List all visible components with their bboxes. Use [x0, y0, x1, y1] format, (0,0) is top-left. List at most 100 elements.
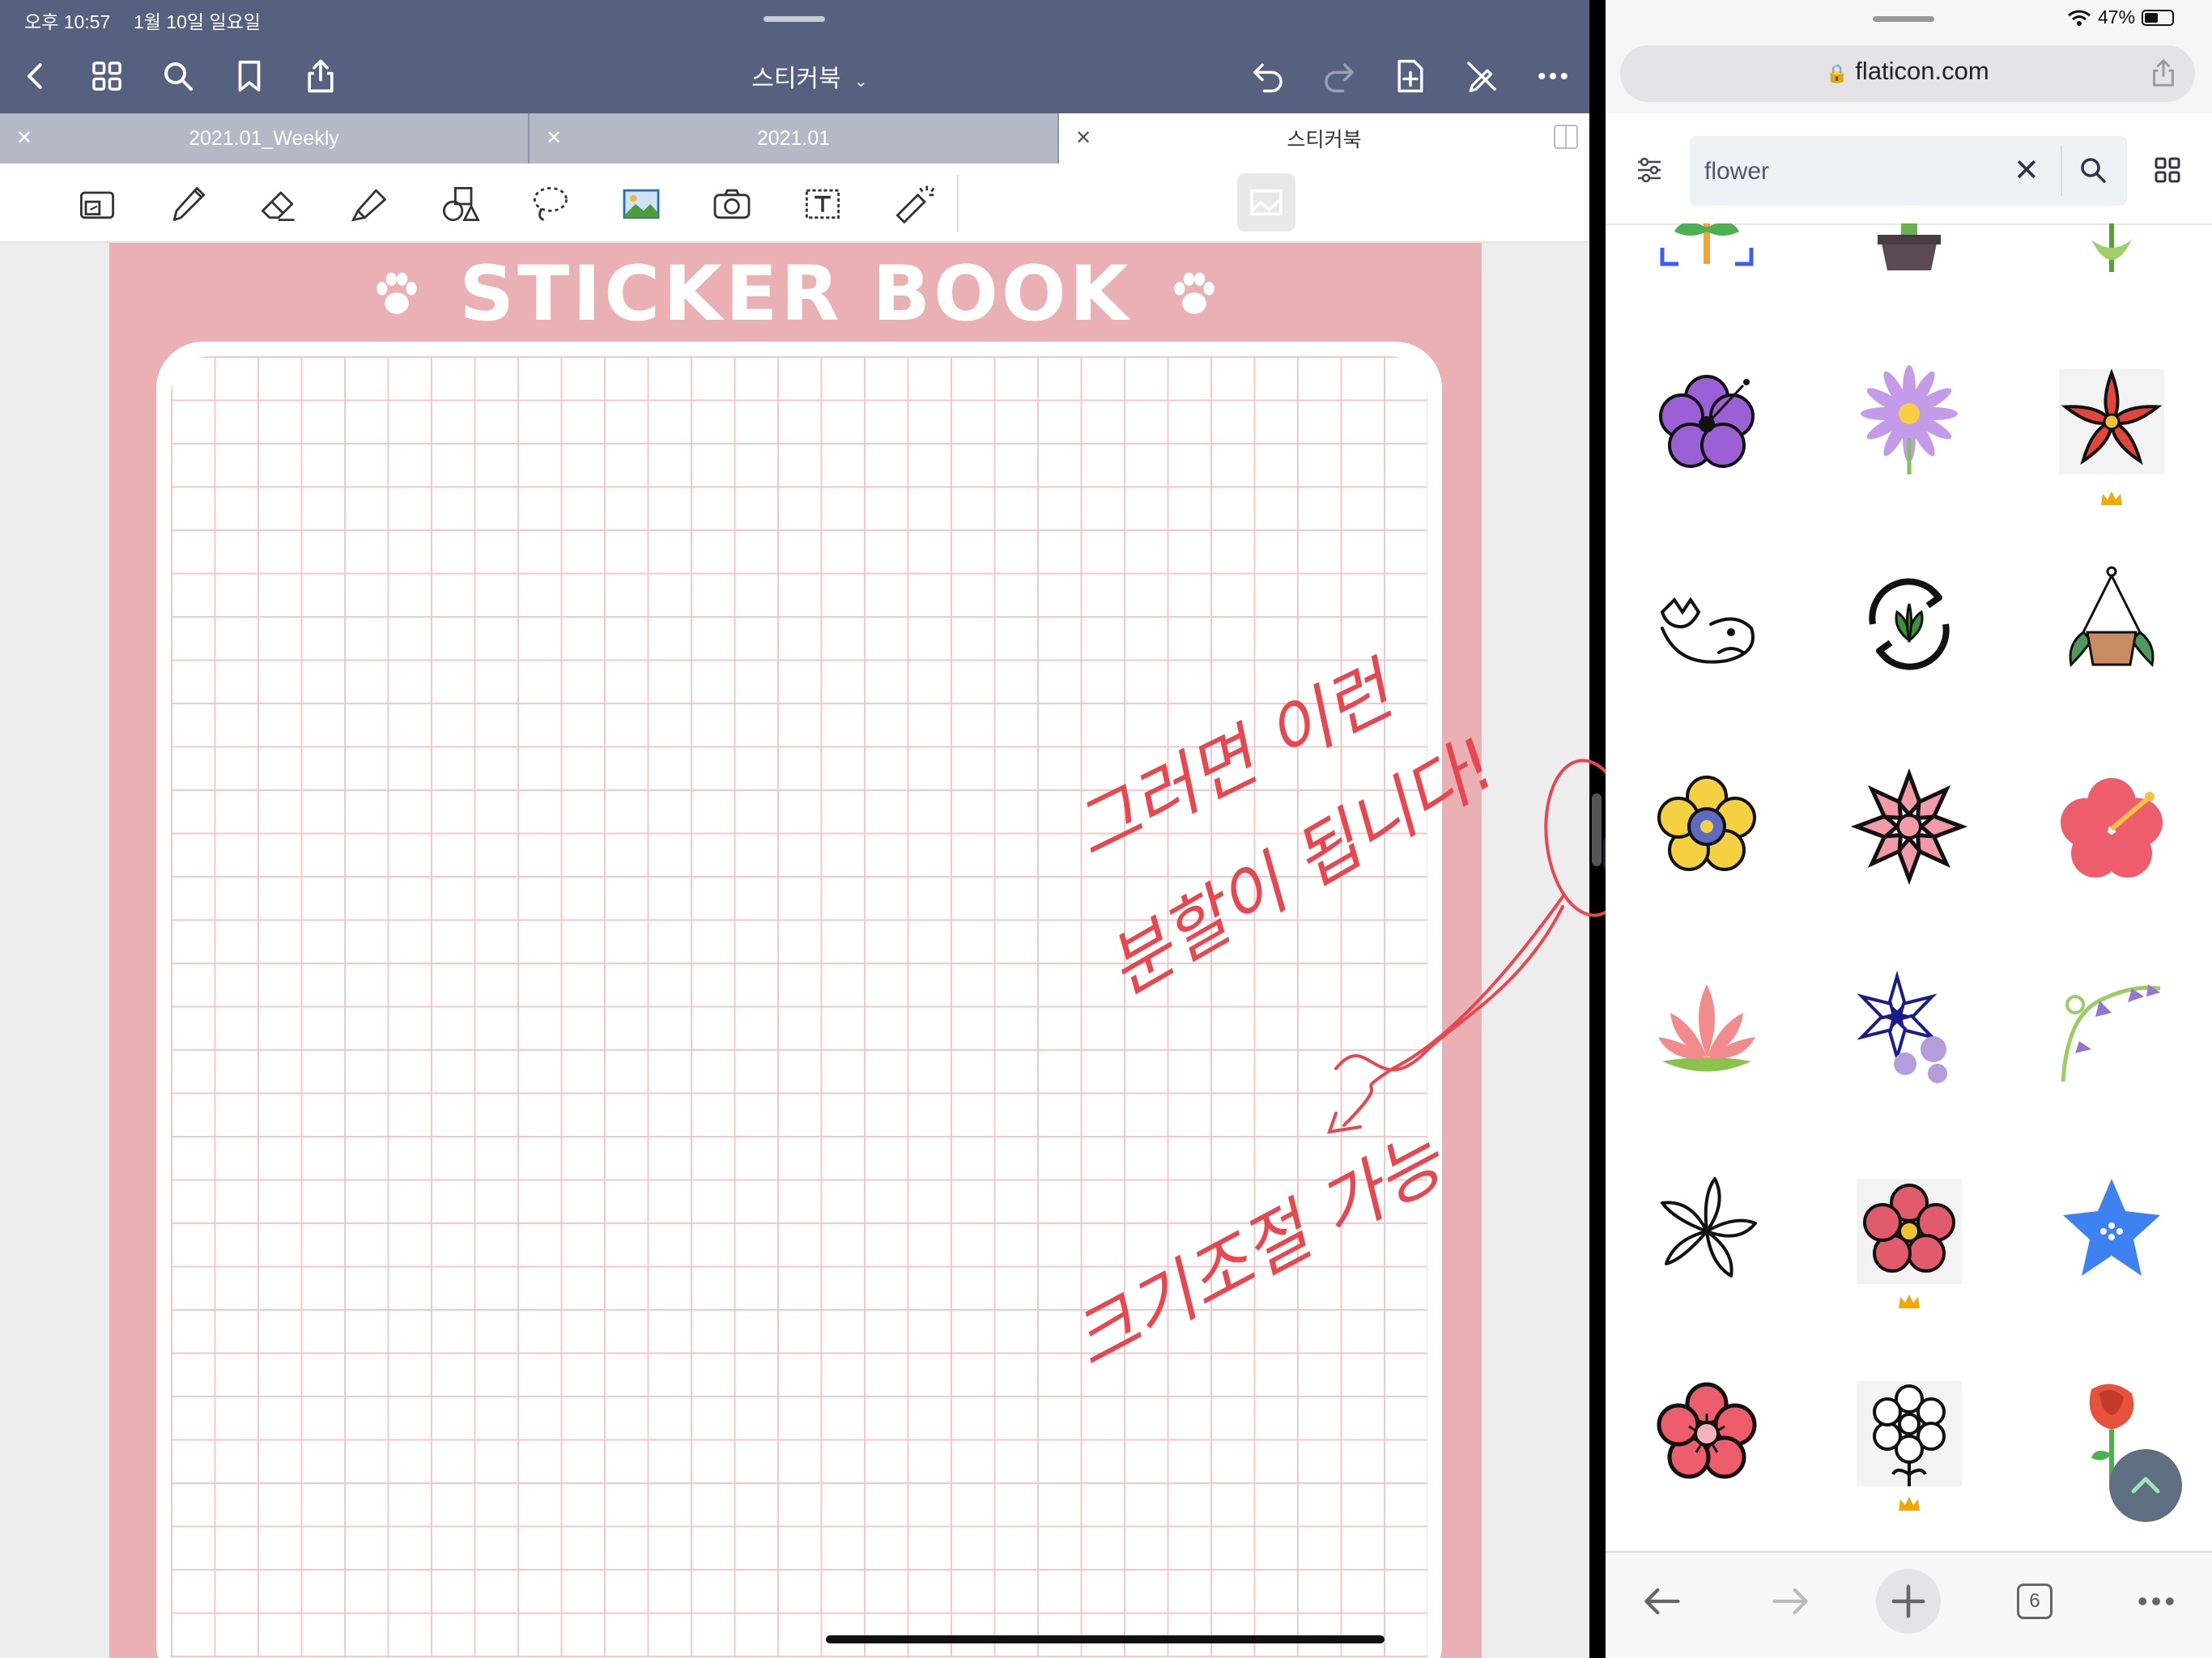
read-only-toggle-button[interactable] [1453, 47, 1511, 105]
tab-label: 2021.01_Weekly [189, 126, 339, 150]
pen-tool[interactable] [162, 178, 214, 230]
browser-back-button[interactable] [1630, 1569, 1695, 1634]
eraser-icon [262, 191, 295, 221]
new-tab-button[interactable] [1876, 1569, 1941, 1634]
close-tab-icon[interactable]: ✕ [1075, 126, 1091, 150]
grid-icon [92, 62, 121, 91]
notes-app: 오후 10:57 1월 10일 일요일 스티커북 ⌄ ✕ 2021.01_Wee… [0, 0, 1589, 1658]
add-page-button[interactable] [1381, 47, 1440, 105]
pink-hibiscus-icon[interactable] [2051, 766, 2172, 887]
bookmark-button[interactable] [220, 47, 279, 105]
document-title-menu[interactable]: 스티커북 ⌄ [664, 58, 955, 94]
flaticon-search-header: ✕ [1606, 113, 2212, 225]
paw-icon [376, 272, 418, 314]
grid-frame [156, 342, 1442, 1658]
image-placeholder-icon [1250, 189, 1283, 216]
vine-corner-icon[interactable] [2051, 968, 2172, 1090]
camera-tool[interactable] [706, 178, 758, 230]
paw-icon [1173, 272, 1214, 314]
notebook-page[interactable]: STICKER BOOK [109, 243, 1482, 1658]
image-tool[interactable] [615, 178, 667, 230]
library-grid-button[interactable] [78, 47, 136, 105]
tabs-overview-button[interactable]: 6 [2002, 1569, 2067, 1634]
search-button[interactable] [149, 47, 207, 105]
zoom-window-tool[interactable] [71, 178, 123, 230]
browser-more-button[interactable] [2124, 1569, 2189, 1634]
image-icon [623, 189, 660, 219]
chevron-down-icon: ⌄ [853, 73, 868, 91]
camera-icon [713, 189, 751, 219]
safari-app: 47% 🔒 flaticon.com ✕ [1606, 0, 2212, 1658]
document-title: 스티커북 [751, 66, 841, 92]
laser-pointer-tool[interactable] [887, 178, 939, 230]
pencil-slash-icon [1467, 62, 1496, 93]
search-icon[interactable] [2077, 154, 2109, 186]
grid-menu-icon[interactable] [2153, 155, 2182, 185]
split-view-icon[interactable] [1554, 125, 1578, 149]
shape-tool[interactable] [434, 178, 486, 230]
blue-star-flower-icon[interactable] [2051, 1171, 2172, 1292]
yellow-daisy-icon[interactable] [1646, 766, 1767, 887]
violet-flowers-icon[interactable] [1848, 968, 1970, 1090]
grid-paper[interactable] [171, 356, 1427, 1658]
lotus-icon[interactable] [1646, 968, 1767, 1090]
arrow-left-icon [1644, 1588, 1680, 1615]
share-button[interactable] [291, 47, 350, 105]
highlighter-tool[interactable] [343, 178, 395, 230]
sakura-pink-icon[interactable] [1646, 1373, 1767, 1494]
close-tab-icon[interactable]: ✕ [546, 126, 562, 150]
lasso-tool[interactable] [525, 178, 576, 230]
add-page-icon [1397, 59, 1423, 93]
multitasking-grabber[interactable] [1873, 16, 1934, 22]
aster-lavender-icon[interactable] [1848, 361, 1970, 483]
bookmark-icon [238, 60, 261, 92]
eco-recycle-plant-icon[interactable] [1848, 563, 1970, 685]
notes-navbar: 오후 10:57 1월 10일 일요일 스티커북 ⌄ [0, 0, 1589, 113]
share-icon[interactable] [2148, 57, 2179, 89]
pink-cherry-blossom-icon[interactable] [1848, 766, 1970, 887]
toolbar-divider [957, 175, 959, 232]
filter-sliders-icon[interactable] [1635, 155, 1664, 185]
drawing-toolbar [0, 164, 1589, 243]
search-input[interactable] [1690, 136, 2014, 207]
battery-percent: 47% [2098, 6, 2136, 28]
pink-plum-blossom-icon[interactable] [1848, 1171, 1970, 1292]
multitasking-grabber[interactable] [764, 16, 825, 22]
undo-button[interactable] [1239, 47, 1297, 105]
tab-count: 6 [2029, 1590, 2040, 1612]
hanging-plant-icon[interactable] [2051, 563, 2172, 685]
pen-icon [172, 187, 205, 221]
tulip-bud-icon[interactable] [2051, 223, 2172, 288]
plant-sprout-icon[interactable] [1646, 223, 1767, 288]
plumeria-line-icon[interactable] [1646, 1171, 1767, 1292]
tab-2021-01[interactable]: ✕ 2021.01 [530, 113, 1059, 164]
text-tool[interactable] [797, 178, 849, 230]
clear-search-icon[interactable]: ✕ [2014, 152, 2040, 189]
potted-plant-icon[interactable] [1848, 223, 1970, 288]
wifi-icon [2068, 10, 2091, 26]
address-bar[interactable]: 🔒 flaticon.com [1620, 45, 2195, 102]
lock-icon: 🔒 [1826, 63, 1848, 83]
browser-forward-button[interactable] [1758, 1569, 1823, 1634]
share-icon [308, 59, 334, 93]
more-button[interactable] [1524, 47, 1582, 105]
recent-image-slot[interactable] [1237, 173, 1295, 232]
eraser-tool[interactable] [253, 178, 304, 230]
sticker-book-title: STICKER BOOK [459, 249, 1132, 338]
url-display: 🔒 flaticon.com [1620, 57, 2195, 86]
scroll-to-top-button[interactable] [2109, 1449, 2182, 1522]
page-title-row: STICKER BOOK [109, 250, 1482, 338]
red-star-flower-icon[interactable] [2051, 361, 2172, 483]
tab-2021-01-weekly[interactable]: ✕ 2021.01_Weekly [0, 113, 530, 164]
close-tab-icon[interactable]: ✕ [16, 126, 32, 150]
back-button[interactable] [6, 47, 65, 105]
laser-pointer-icon [895, 185, 935, 224]
flower-bird-line-icon[interactable] [1646, 563, 1767, 685]
daisy-line-icon[interactable] [1848, 1373, 1970, 1494]
shapes-icon [443, 187, 480, 221]
redo-button[interactable] [1310, 47, 1368, 105]
hibiscus-purple-icon[interactable] [1646, 361, 1767, 483]
premium-crown-icon [2101, 491, 2122, 505]
tab-sticker-book[interactable]: ✕ 스티커북 [1059, 113, 1589, 164]
url-text: flaticon.com [1855, 57, 1989, 85]
